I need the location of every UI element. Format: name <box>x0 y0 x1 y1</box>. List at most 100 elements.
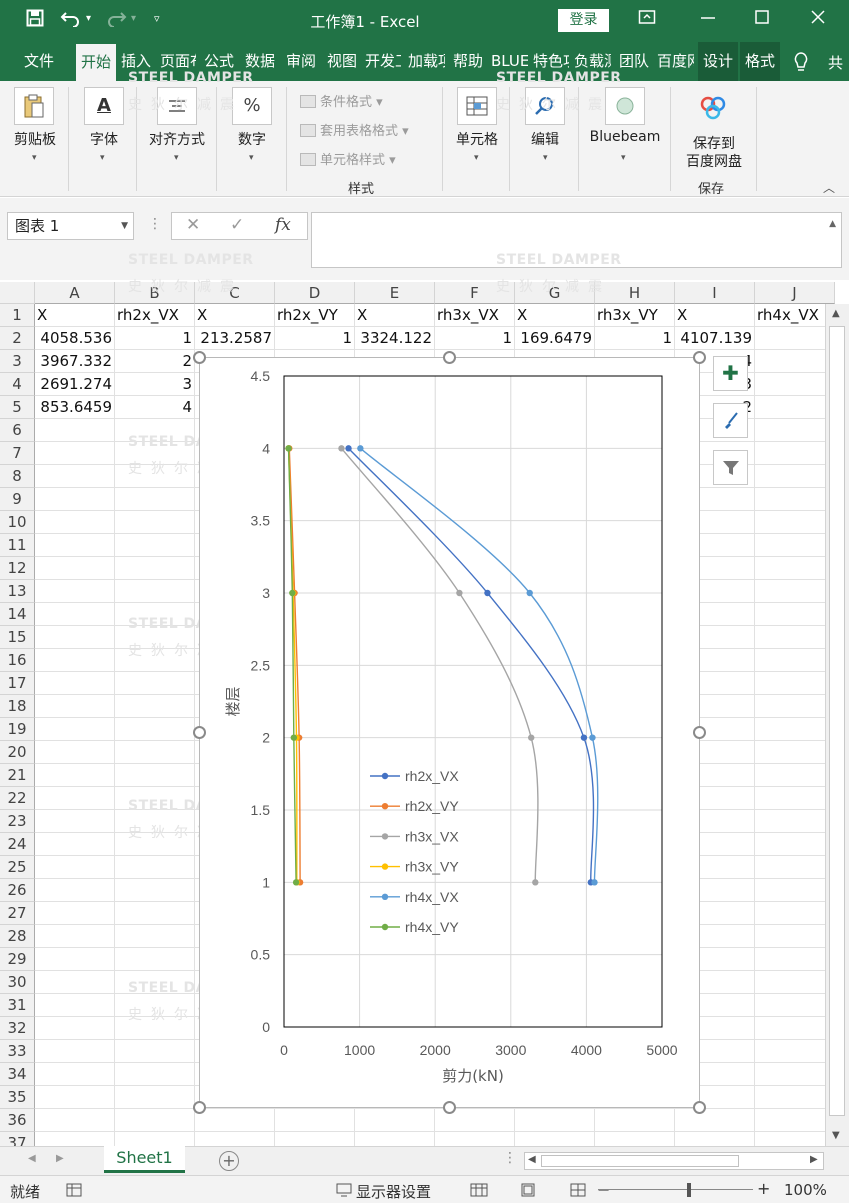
resize-handle-bl[interactable] <box>193 1101 206 1114</box>
tab-bluebeam[interactable]: BLUEBEAM <box>491 42 528 81</box>
resize-handle-br[interactable] <box>693 1101 706 1114</box>
column-header-a[interactable]: A <box>35 282 115 304</box>
row-header-14[interactable]: 14 <box>0 603 35 626</box>
vertical-scroll-thumb[interactable] <box>829 326 845 1116</box>
column-header-f[interactable]: F <box>435 282 515 304</box>
cell-a2[interactable]: 4058.536 <box>35 327 115 350</box>
macro-record-icon[interactable] <box>66 1183 82 1201</box>
column-header-e[interactable]: E <box>355 282 435 304</box>
sheet-tab-sheet1[interactable]: Sheet1 <box>104 1146 185 1173</box>
editing-label[interactable]: 编辑 <box>524 129 566 149</box>
tab-file[interactable]: 文件 <box>8 42 70 81</box>
row-header-12[interactable]: 12 <box>0 557 35 580</box>
cell-b2[interactable]: 1 <box>115 327 195 350</box>
number-format-icon[interactable]: % <box>232 87 272 125</box>
chart-object[interactable]: 0 0.5 1 1.5 2 2.5 3 3.5 4 4.5 0 1000 2000 3000 4000 500… <box>199 357 700 1108</box>
tab-review[interactable]: 审阅 <box>282 42 320 81</box>
scroll-up-icon[interactable]: ▲ <box>832 308 840 319</box>
row-header-31[interactable]: 31 <box>0 994 35 1017</box>
column-header-g[interactable]: G <box>515 282 595 304</box>
login-button[interactable]: 登录 <box>558 9 609 32</box>
clipboard-label[interactable]: 剪贴板 <box>8 129 62 149</box>
cell-a5[interactable]: 853.6459 <box>35 396 115 419</box>
tab-home[interactable]: 开始 <box>76 44 116 81</box>
row-header-8[interactable]: 8 <box>0 465 35 488</box>
chart-elements-plus-icon[interactable]: ✚ <box>713 356 748 391</box>
cell-f1[interactable]: rh3x_VX <box>435 304 515 327</box>
scroll-right-icon[interactable]: ▶ <box>810 1154 818 1165</box>
clipboard-caret-icon[interactable]: ▾ <box>32 153 37 163</box>
row-header-7[interactable]: 7 <box>0 442 35 465</box>
prev-sheet-icon[interactable]: ◀ <box>28 1153 36 1164</box>
alignment-caret-icon[interactable]: ▾ <box>174 153 179 163</box>
alignment-label[interactable]: 对齐方式 <box>142 129 212 149</box>
add-sheet-icon[interactable]: + <box>219 1151 239 1171</box>
tab-team[interactable]: 团队 <box>616 42 652 81</box>
baidu-cloud-icon[interactable] <box>697 93 729 127</box>
row-header-28[interactable]: 28 <box>0 925 35 948</box>
cell-b4[interactable]: 3 <box>115 373 195 396</box>
normal-view-icon[interactable] <box>470 1183 488 1201</box>
name-box[interactable]: 图表 1 ▼ <box>7 212 134 240</box>
lightbulb-icon[interactable] <box>792 51 810 77</box>
scroll-down-icon[interactable]: ▼ <box>832 1130 840 1141</box>
page-break-view-icon[interactable] <box>570 1183 586 1201</box>
row-header-35[interactable]: 35 <box>0 1086 35 1109</box>
maximize-icon[interactable] <box>754 8 770 31</box>
row-header-4[interactable]: 4 <box>0 373 35 396</box>
row-header-27[interactable]: 27 <box>0 902 35 925</box>
enter-icon[interactable]: ✓ <box>230 215 244 235</box>
row-header-25[interactable]: 25 <box>0 856 35 879</box>
tab-formulas[interactable]: 公式 <box>200 42 238 81</box>
tab-baidu-netdisk[interactable]: 百度网盘 <box>657 42 694 81</box>
insert-function-icon[interactable]: fx <box>275 215 291 235</box>
resize-handle-tr[interactable] <box>693 351 706 364</box>
tab-help[interactable]: 帮助 <box>450 42 486 81</box>
row-header-3[interactable]: 3 <box>0 350 35 373</box>
row-header-36[interactable]: 36 <box>0 1109 35 1132</box>
close-icon[interactable] <box>810 8 826 31</box>
cell-d1[interactable]: rh2x_VY <box>275 304 355 327</box>
row-header-19[interactable]: 19 <box>0 718 35 741</box>
row-header-11[interactable]: 11 <box>0 534 35 557</box>
collapse-formula-icon[interactable]: ▲ <box>829 219 836 229</box>
cell-g2[interactable]: 169.6479 <box>515 327 595 350</box>
tab-featured[interactable]: 特色功能 <box>533 42 569 81</box>
tab-chart-design[interactable]: 设计 <box>698 42 738 81</box>
tab-insert[interactable]: 插入 <box>118 42 154 81</box>
row-header-15[interactable]: 15 <box>0 626 35 649</box>
row-header-33[interactable]: 33 <box>0 1040 35 1063</box>
save-to-label[interactable]: 保存到 <box>683 133 745 153</box>
tab-split-grip-icon[interactable]: ⋮ <box>503 1150 517 1166</box>
row-header-30[interactable]: 30 <box>0 971 35 994</box>
row-header-1[interactable]: 1 <box>0 304 35 327</box>
font-label[interactable]: 字体 <box>78 129 130 149</box>
cell-c2[interactable]: 213.2587 <box>195 327 275 350</box>
number-caret-icon[interactable]: ▾ <box>249 153 254 163</box>
row-header-21[interactable]: 21 <box>0 764 35 787</box>
row-header-5[interactable]: 5 <box>0 396 35 419</box>
row-header-29[interactable]: 29 <box>0 948 35 971</box>
editing-caret-icon[interactable]: ▾ <box>543 153 548 163</box>
cell-h2[interactable]: 1 <box>595 327 675 350</box>
row-header-9[interactable]: 9 <box>0 488 35 511</box>
resize-handle-t[interactable] <box>443 351 456 364</box>
resize-handle-r[interactable] <box>693 726 706 739</box>
row-header-22[interactable]: 22 <box>0 787 35 810</box>
bluebeam-label[interactable]: Bluebeam <box>586 129 664 145</box>
column-header-b[interactable]: B <box>115 282 195 304</box>
scatter-chart[interactable]: 0 0.5 1 1.5 2 2.5 3 3.5 4 4.5 0 1000 2000 3000 4000 500… <box>200 358 701 1109</box>
conditional-format-button[interactable]: 条件格式 ▾ <box>300 91 383 110</box>
cell-i2[interactable]: 4107.139 <box>675 327 755 350</box>
cell-j1[interactable]: rh4x_VX <box>755 304 835 327</box>
search-icon[interactable] <box>525 87 565 125</box>
tab-chart-format[interactable]: 格式 <box>740 42 780 81</box>
cells-label[interactable]: 单元格 <box>450 129 504 149</box>
table-format-button[interactable]: 套用表格格式 ▾ <box>300 120 409 139</box>
column-header-d[interactable]: D <box>275 282 355 304</box>
display-settings-label[interactable]: 显示器设置 <box>356 1181 431 1202</box>
row-header-34[interactable]: 34 <box>0 1063 35 1086</box>
alignment-icon[interactable] <box>157 87 197 125</box>
cell-b1[interactable]: rh2x_VX <box>115 304 195 327</box>
baidu-netdisk-label[interactable]: 百度网盘 <box>680 151 748 171</box>
